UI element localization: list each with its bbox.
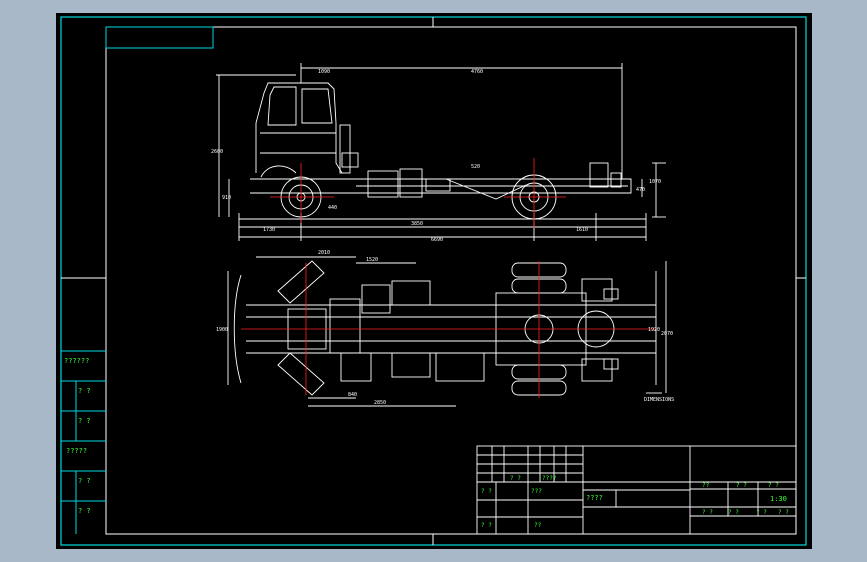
- drawing-name: ????: [586, 494, 603, 502]
- sidebar-label-3: ? ?: [78, 417, 91, 425]
- outer-border: [60, 16, 807, 546]
- dim-plan-left: 1900: [216, 327, 228, 333]
- title-block: [476, 445, 797, 535]
- dim-plan-bottom-b: 2850: [374, 400, 386, 406]
- sidebar-label-6: ? ?: [78, 507, 91, 515]
- tb-cell-1: ? ?: [510, 475, 521, 482]
- dim-side-right-b: 470: [636, 187, 645, 193]
- dim-plan-right-b: 2070: [661, 331, 673, 337]
- dim-plan-top-b: 1520: [366, 257, 378, 263]
- drawing-sheet: ?????? ? ? ? ? ????? ? ? ? ? 1090 4760 2…: [56, 13, 812, 549]
- tb-header-1: ??: [702, 482, 710, 489]
- dim-plan-bottom-a: 840: [348, 392, 357, 398]
- dim-side-mid: 520: [471, 164, 480, 170]
- truck-side-view: [216, 63, 666, 241]
- sidebar-label-4: ?????: [66, 447, 87, 455]
- dim-side-top-a: 1090: [318, 69, 330, 75]
- dim-side-bottom-c: 1610: [576, 227, 588, 233]
- dim-side-height: 2600: [211, 149, 223, 155]
- sidebar-label-2: ? ?: [78, 387, 91, 395]
- sidebar-label-1: ??????: [64, 357, 89, 365]
- tb-header-3: ? ?: [768, 482, 779, 489]
- sidebar-label-5: ? ?: [78, 477, 91, 485]
- inner-border: [105, 26, 797, 535]
- dim-side-frame: 910: [222, 195, 231, 201]
- tb-header-2: ? ?: [736, 482, 747, 489]
- dim-side-right-a: 1070: [649, 179, 661, 185]
- scale-value: 1:30: [770, 495, 787, 503]
- tb-footer-4: ? ?: [778, 509, 789, 516]
- dim-plan-right-a: 1920: [648, 327, 660, 333]
- dim-side-bottom-total: 6690: [431, 237, 443, 243]
- drawing-canvas: ?????? ? ? ? ? ????? ? ? ? ? 1090 4760 2…: [60, 16, 807, 546]
- corner-stamp: [105, 26, 214, 49]
- tb-footer-1: ? ?: [702, 509, 713, 516]
- dim-side-bottom-b: 3850: [411, 221, 423, 227]
- tb-cell-4: ???: [531, 488, 542, 495]
- dim-side-top-b: 4760: [471, 69, 483, 75]
- tb-cell-5: ? ?: [481, 522, 492, 529]
- dim-plan-top-a: 2010: [318, 250, 330, 256]
- dim-side-left: 440: [328, 205, 337, 211]
- tb-cell-6: ??: [534, 522, 542, 529]
- plan-centerlines: [241, 261, 656, 398]
- tb-cell-2: ????: [542, 475, 557, 482]
- truck-plan-view: [227, 256, 667, 407]
- tb-footer-2: ? ?: [728, 509, 739, 516]
- plan-note: DIMENSIONS: [644, 397, 674, 403]
- dim-side-bottom-a: 1730: [263, 227, 275, 233]
- tb-footer-3: ? ?: [756, 509, 767, 516]
- cad-viewport[interactable]: ?????? ? ? ? ? ????? ? ? ? ? 1090 4760 2…: [0, 0, 867, 562]
- tb-cell-3: ? ?: [481, 488, 492, 495]
